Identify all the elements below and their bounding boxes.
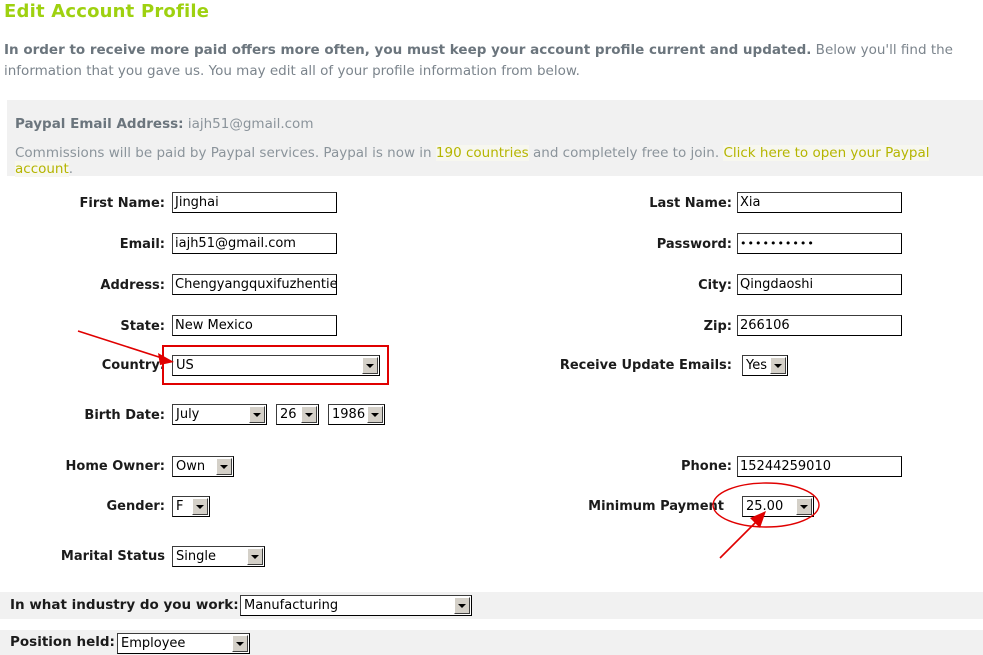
paypal-info-panel: Paypal Email Address: iajh51@gmail.com C… [7, 100, 983, 177]
chevron-down-icon[interactable] [362, 357, 378, 374]
position-label: Position held: [10, 634, 115, 650]
paypal-note: Commissions will be paid by Paypal servi… [15, 145, 983, 177]
home-owner-value: Own [176, 459, 206, 474]
position-value: Employee [121, 636, 186, 651]
zip-label: Zip: [703, 319, 732, 334]
minimum-payment-annotation-ellipse [712, 482, 820, 528]
state-label: State: [120, 319, 165, 334]
minimum-payment-label: Minimum Payment [588, 499, 724, 514]
paypal-email-value: iajh51@gmail.com [187, 116, 314, 132]
paypal-note-part2: and completely free to join. [528, 145, 724, 161]
gender-value: F [176, 499, 184, 514]
address-label: Address: [100, 278, 165, 293]
password-input[interactable]: •••••••••• [737, 233, 902, 254]
email-input[interactable]: iajh51@gmail.com [172, 233, 337, 254]
birth-month-value: July [176, 407, 200, 422]
intro-strong-text: In order to receive more paid offers mor… [4, 42, 812, 58]
email-label: Email: [119, 237, 165, 252]
chevron-down-icon[interactable] [796, 498, 812, 515]
chevron-down-icon[interactable] [367, 406, 383, 423]
password-label: Password: [656, 237, 732, 252]
birth-year-select[interactable]: 1986 [328, 404, 385, 425]
birth-date-label: Birth Date: [84, 408, 165, 423]
paypal-email-row: Paypal Email Address: iajh51@gmail.com [15, 116, 313, 132]
receive-update-emails-label: Receive Update Emails: [559, 358, 732, 373]
chevron-down-icon[interactable] [247, 548, 263, 565]
phone-input[interactable]: 15244259010 [737, 456, 902, 477]
industry-label: In what industry do you work: [10, 597, 239, 613]
industry-value: Manufacturing [244, 598, 339, 613]
country-select[interactable]: US [172, 355, 380, 376]
last-name-label: Last Name: [649, 196, 732, 211]
industry-row: In what industry do you work: [0, 592, 983, 619]
city-label: City: [698, 278, 732, 293]
paypal-note-part3: . [68, 161, 74, 177]
first-name-input[interactable]: Jinghai [172, 192, 337, 213]
marital-status-value: Single [176, 549, 216, 564]
countries-link[interactable]: 190 countries [435, 145, 529, 161]
receive-update-emails-value: Yes [746, 358, 767, 373]
chevron-down-icon[interactable] [454, 597, 470, 614]
home-owner-select[interactable]: Own [172, 456, 234, 477]
home-owner-label: Home Owner: [65, 459, 165, 474]
industry-select[interactable]: Manufacturing [240, 595, 472, 616]
birth-day-value: 26 [280, 407, 297, 422]
phone-label: Phone: [681, 459, 732, 474]
position-select[interactable]: Employee [117, 633, 250, 654]
birth-day-select[interactable]: 26 [276, 404, 319, 425]
country-label: Country: [101, 358, 165, 373]
country-select-value: US [176, 358, 194, 373]
page-title: Edit Account Profile [4, 1, 210, 22]
chevron-down-icon[interactable] [192, 498, 208, 515]
city-input[interactable]: Qingdaoshi [737, 274, 902, 295]
chevron-down-icon[interactable] [249, 406, 265, 423]
receive-update-emails-select[interactable]: Yes [742, 355, 788, 376]
address-input[interactable]: Chengyangquxifuzhentie [172, 274, 337, 295]
paypal-email-label: Paypal Email Address: [15, 116, 184, 132]
chevron-down-icon[interactable] [232, 635, 248, 652]
birth-month-select[interactable]: July [172, 404, 267, 425]
marital-status-select[interactable]: Single [172, 546, 265, 567]
last-name-input[interactable]: Xia [737, 192, 902, 213]
minimum-payment-select[interactable]: 25.00 [742, 496, 814, 517]
paypal-note-part1: Commissions will be paid by Paypal servi… [15, 145, 436, 161]
minimum-payment-value: 25.00 [746, 499, 784, 514]
chevron-down-icon[interactable] [216, 458, 232, 475]
gender-label: Gender: [106, 499, 165, 514]
first-name-label: First Name: [79, 196, 165, 211]
gender-select[interactable]: F [172, 496, 210, 517]
chevron-down-icon[interactable] [301, 406, 317, 423]
birth-year-value: 1986 [332, 407, 366, 422]
zip-input[interactable]: 266106 [737, 315, 902, 336]
chevron-down-icon[interactable] [770, 357, 786, 374]
state-input[interactable]: New Mexico [172, 315, 337, 336]
marital-status-label: Marital Status [60, 549, 165, 564]
intro-paragraph: In order to receive more paid offers mor… [4, 40, 980, 82]
